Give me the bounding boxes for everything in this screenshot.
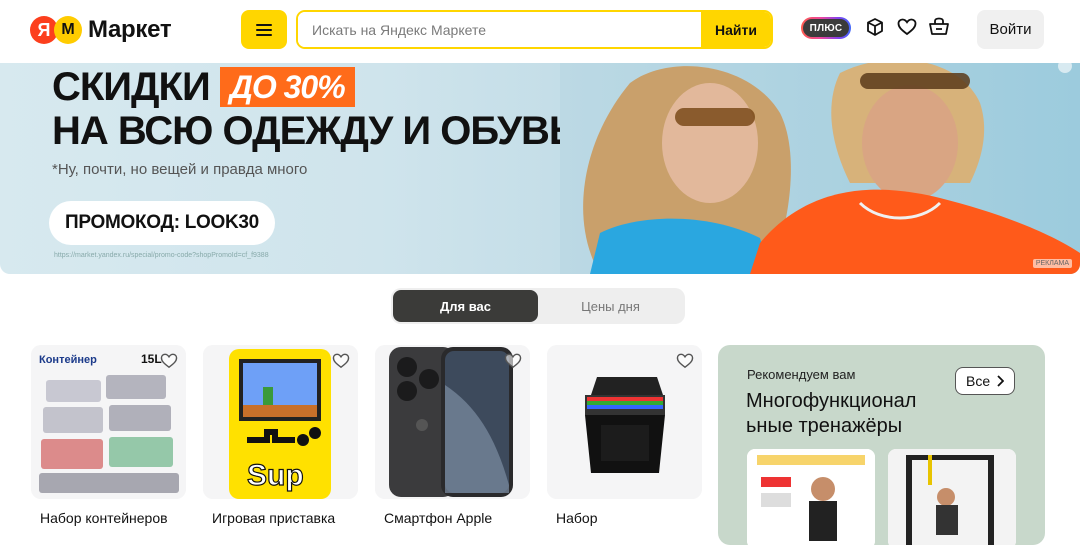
feed-tabs: Для вас Цены дня xyxy=(391,288,685,324)
tab-for-you[interactable]: Для вас xyxy=(393,290,538,322)
trainer-product-thumb[interactable] xyxy=(888,449,1016,545)
orders-box-icon[interactable] xyxy=(864,16,886,38)
food-containers-image: Контейнер 15L xyxy=(31,345,186,499)
chevron-right-icon xyxy=(997,375,1005,387)
product-title[interactable]: Смартфон Apple xyxy=(375,510,530,526)
search-bar: Найти xyxy=(296,10,773,49)
product-title[interactable]: Набор контейнеров xyxy=(31,510,186,526)
plus-label: ПЛЮС xyxy=(803,19,849,37)
product-card[interactable]: Набор xyxy=(547,345,702,526)
recommend-title: Многофункционал ьные тренажёры xyxy=(746,390,917,437)
promo-code-pill[interactable]: ПРОМОКОД: LOOK30 xyxy=(49,201,275,245)
header: Я M Маркет Найти ПЛЮС Войти xyxy=(0,0,1080,60)
see-all-label: Все xyxy=(966,373,991,389)
svg-text:Sup: Sup xyxy=(247,459,304,492)
recommend-panel[interactable]: Рекомендуем вам Многофункционал ьные тре… xyxy=(718,345,1045,545)
markers-set-image xyxy=(547,345,702,499)
yandex-market-logo[interactable]: Я M Маркет xyxy=(30,14,172,46)
banner-headline-1: СКИДКИ ДО 30% xyxy=(52,65,355,109)
volume-badge: 15L xyxy=(141,352,162,366)
brand-text: Контейнер xyxy=(39,354,97,366)
product-card[interactable]: Sup Игровая приставка xyxy=(203,345,358,526)
product-card[interactable]: Контейнер 15L Набор контейнеров xyxy=(31,345,186,526)
product-card[interactable]: Смартфон Apple xyxy=(375,345,530,526)
trainer-product-thumb[interactable] xyxy=(747,449,875,545)
logo-m-circle: M xyxy=(54,16,82,44)
catalog-menu-button[interactable] xyxy=(241,10,287,49)
cart-icon[interactable] xyxy=(928,16,950,38)
promo-url: https://market.yandex.ru/special/promo-c… xyxy=(54,252,269,259)
banner-subline: *Ну, почти, но вещей и правда много xyxy=(52,161,308,178)
tab-deals-of-day[interactable]: Цены дня xyxy=(538,290,683,322)
search-input[interactable] xyxy=(298,12,701,47)
banner-headline-1-text: СКИДКИ xyxy=(52,65,211,109)
plus-badge[interactable]: ПЛЮС xyxy=(801,17,851,39)
iphone-image xyxy=(375,345,530,499)
product-title[interactable]: Игровая приставка xyxy=(203,510,358,526)
menu-icon xyxy=(256,23,272,36)
favorite-heart-icon[interactable] xyxy=(160,353,178,369)
logo-text: Маркет xyxy=(88,16,172,43)
recommend-kicker: Рекомендуем вам xyxy=(747,367,856,382)
banner-headline-2: НА ВСЮ ОДЕЖДУ И ОБУВЬ xyxy=(52,109,578,153)
favorites-heart-icon[interactable] xyxy=(896,16,918,38)
see-all-button[interactable]: Все xyxy=(955,367,1016,395)
ad-label: РЕКЛАМА xyxy=(1032,259,1072,268)
banner-models-image xyxy=(560,63,1080,274)
search-button[interactable]: Найти xyxy=(701,12,771,47)
favorite-heart-icon[interactable] xyxy=(332,353,350,369)
login-button[interactable]: Войти xyxy=(977,10,1044,49)
favorite-heart-icon[interactable] xyxy=(676,353,694,369)
favorite-heart-icon[interactable] xyxy=(504,353,522,369)
discount-tag: ДО 30% xyxy=(219,67,355,107)
product-title[interactable]: Набор xyxy=(547,510,702,526)
promo-banner[interactable]: СКИДКИ ДО 30% НА ВСЮ ОДЕЖДУ И ОБУВЬ *Ну,… xyxy=(0,63,1080,274)
handheld-console-image: Sup xyxy=(203,345,358,499)
